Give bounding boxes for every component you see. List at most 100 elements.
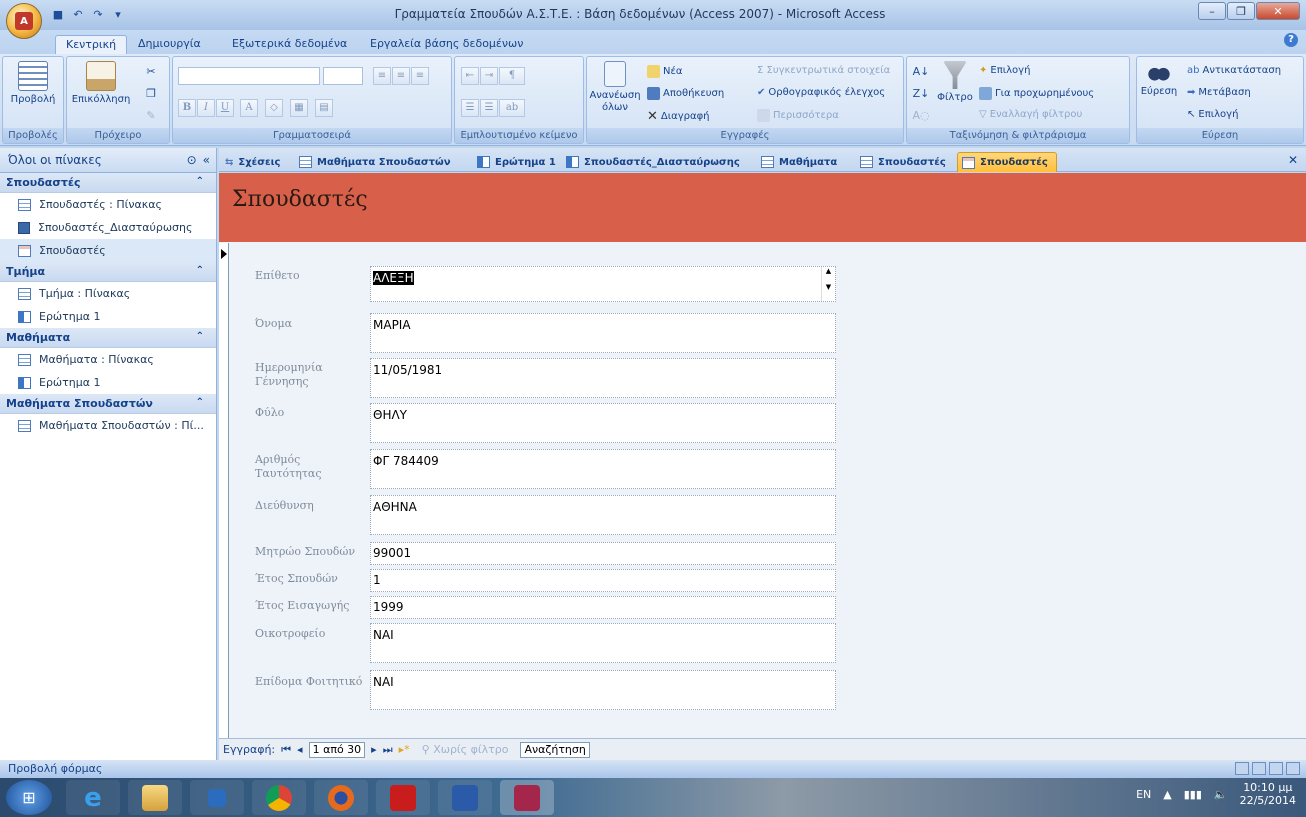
form-view-icon[interactable] (1235, 762, 1249, 775)
toggle-filter-button[interactable]: ▽ Εναλλαγή φίλτρου (979, 109, 1082, 120)
datasheet-view-icon[interactable] (1252, 762, 1266, 775)
increase-indent-icon[interactable]: ⇥ (480, 67, 498, 85)
save-record-button[interactable]: Αποθήκευση (647, 87, 724, 100)
record-position-input[interactable]: 1 από 30 (308, 741, 366, 758)
dormitory-field[interactable]: ΝΑΙ (370, 623, 836, 663)
tab-create[interactable]: Δημιουργία (128, 35, 211, 54)
advanced-filter-button[interactable]: Για προχωρημένους (979, 87, 1094, 100)
record-selector[interactable] (219, 243, 229, 738)
nav-item-department-query[interactable]: Ερώτημα 1 (0, 305, 216, 328)
language-indicator[interactable]: EN (1136, 788, 1151, 801)
bullets-icon[interactable]: ☰ (480, 99, 498, 117)
nav-group-students[interactable]: Σπουδαστές ⌃ (0, 173, 216, 193)
first-record-icon[interactable]: ⏮ (281, 743, 291, 757)
clear-sort-icon[interactable]: A◌ (912, 107, 929, 123)
layout-view-icon[interactable] (1269, 762, 1283, 775)
birthdate-field[interactable]: 11/05/1981 (370, 358, 836, 398)
font-name-combo[interactable] (178, 67, 320, 85)
minimize-button[interactable]: – (1198, 2, 1226, 20)
numbering-icon[interactable]: ☰ (461, 99, 479, 117)
save-icon[interactable]: ■ (50, 6, 66, 22)
find-button[interactable]: Εύρεση (1139, 61, 1179, 98)
new-record-icon[interactable]: ▸* (399, 743, 410, 756)
more-button[interactable]: Περισσότερα (757, 109, 839, 122)
nav-item-students-form[interactable]: Σπουδαστές (0, 239, 216, 262)
doc-tab-students-crosstab[interactable]: Σπουδαστές_Διασταύρωσης (562, 152, 748, 172)
cut-icon[interactable]: ✂ (143, 63, 159, 79)
nav-header[interactable]: Όλοι οι πίνακες ⊙ « (0, 148, 216, 173)
surname-field[interactable]: ΑΛΕΞΗ ▲ ▼ (370, 266, 836, 302)
doc-tab-query1[interactable]: Ερώτημα 1 (473, 152, 564, 172)
taskbar-ie[interactable]: e (66, 780, 120, 815)
taskbar-explorer[interactable] (128, 780, 182, 815)
field-scrollbar[interactable]: ▲ ▼ (821, 267, 835, 301)
tab-database-tools[interactable]: Εργαλεία βάσης δεδομένων (360, 35, 533, 54)
clock[interactable]: 10:10 μμ 22/5/2014 (1240, 781, 1296, 807)
taskbar-access[interactable] (500, 780, 554, 815)
selection-filter-button[interactable]: ✦ Επιλογή (979, 65, 1030, 76)
doc-tab-students-table[interactable]: Σπουδαστές (856, 152, 954, 172)
customize-icon[interactable]: ▾ (110, 6, 126, 22)
font-size-combo[interactable] (323, 67, 363, 85)
align-left-icon[interactable]: ≡ (373, 67, 391, 85)
design-view-icon[interactable] (1286, 762, 1300, 775)
firstname-field[interactable]: ΜΑΡΙΑ (370, 313, 836, 353)
nav-group-student-courses[interactable]: Μαθήματα Σπουδαστών ⌃ (0, 394, 216, 414)
collapse-icon[interactable]: ⌃ (196, 331, 204, 342)
office-button[interactable]: A (6, 3, 42, 39)
replace-button[interactable]: ab Αντικατάσταση (1187, 65, 1281, 76)
select-button[interactable]: ↖ Επιλογή (1187, 109, 1238, 120)
highlight-icon[interactable]: ab (499, 99, 525, 117)
align-center-icon[interactable]: ≡ (392, 67, 410, 85)
allowance-field[interactable]: ΝΑΙ (370, 670, 836, 710)
doc-tab-relationships[interactable]: ⇆ Σχέσεις (221, 152, 288, 172)
doc-tab-students-form[interactable]: Σπουδαστές (957, 152, 1057, 172)
taskbar-chrome[interactable] (252, 780, 306, 815)
format-painter-icon[interactable]: ✎ (143, 107, 159, 123)
nav-item-students-crosstab[interactable]: Σπουδαστές_Διασταύρωσης (0, 216, 216, 239)
registry-field[interactable]: 99001 (370, 542, 836, 565)
italic-icon[interactable]: I (197, 99, 215, 117)
undo-icon[interactable]: ↶ (70, 6, 86, 22)
network-icon[interactable]: ▮▮▮ (1184, 788, 1202, 801)
help-icon[interactable]: ? (1284, 33, 1298, 47)
sort-descending-icon[interactable]: Z↓ (913, 85, 930, 101)
close-document-icon[interactable]: ✕ (1288, 153, 1298, 167)
nav-item-department-table[interactable]: Τμήμα : Πίνακας (0, 282, 216, 305)
nav-group-courses[interactable]: Μαθήματα ⌃ (0, 328, 216, 348)
redo-icon[interactable]: ↷ (90, 6, 106, 22)
gender-field[interactable]: ΘΗΛΥ (370, 403, 836, 443)
previous-record-icon[interactable]: ◂ (297, 743, 303, 756)
year-of-study-field[interactable]: 1 (370, 569, 836, 592)
alternate-fill-icon[interactable]: ▤ (315, 99, 333, 117)
no-filter-button[interactable]: ⚲ Χωρίς φίλτρο (422, 743, 509, 756)
collapse-icon[interactable]: ⌃ (196, 397, 204, 408)
id-number-field[interactable]: ΦΓ 784409 (370, 449, 836, 489)
close-button[interactable]: ✕ (1256, 2, 1300, 20)
next-record-icon[interactable]: ▸ (371, 743, 377, 756)
refresh-all-button[interactable]: Ανανέωση όλων (589, 61, 641, 114)
nav-item-students-table[interactable]: Σπουδαστές : Πίνακας (0, 193, 216, 216)
nav-menu-icon[interactable]: ⊙ (187, 153, 197, 167)
delete-record-button[interactable]: ✕ Διαγραφή (647, 109, 710, 124)
nav-item-student-courses-table[interactable]: Μαθήματα Σπουδαστών : Πί... (0, 414, 216, 437)
doc-tab-courses[interactable]: Μαθήματα (757, 152, 845, 172)
maximize-button[interactable]: ❐ (1227, 2, 1255, 20)
totals-button[interactable]: Σ Συγκεντρωτικά στοιχεία (757, 65, 890, 76)
new-record-button[interactable]: Νέα (647, 65, 682, 78)
underline-icon[interactable]: U (216, 99, 234, 117)
entry-year-field[interactable]: 1999 (370, 596, 836, 619)
paste-button[interactable]: Επικόλληση (71, 61, 131, 106)
doc-tab-student-courses[interactable]: Μαθήματα Σπουδαστών (295, 152, 459, 172)
filter-button[interactable]: Φίλτρο (935, 61, 975, 104)
tab-home[interactable]: Κεντρική (55, 35, 128, 54)
nav-item-courses-table[interactable]: Μαθήματα : Πίνακας (0, 348, 216, 371)
paragraph-icon[interactable]: ¶ (499, 67, 525, 85)
taskbar-acrobat[interactable] (376, 780, 430, 815)
view-button[interactable]: Προβολή (6, 61, 60, 106)
align-right-icon[interactable]: ≡ (411, 67, 429, 85)
nav-group-department[interactable]: Τμήμα ⌃ (0, 262, 216, 282)
taskbar-word[interactable] (438, 780, 492, 815)
shutter-bar-icon[interactable]: « (203, 153, 210, 167)
address-field[interactable]: ΑΘΗΝΑ (370, 495, 836, 535)
